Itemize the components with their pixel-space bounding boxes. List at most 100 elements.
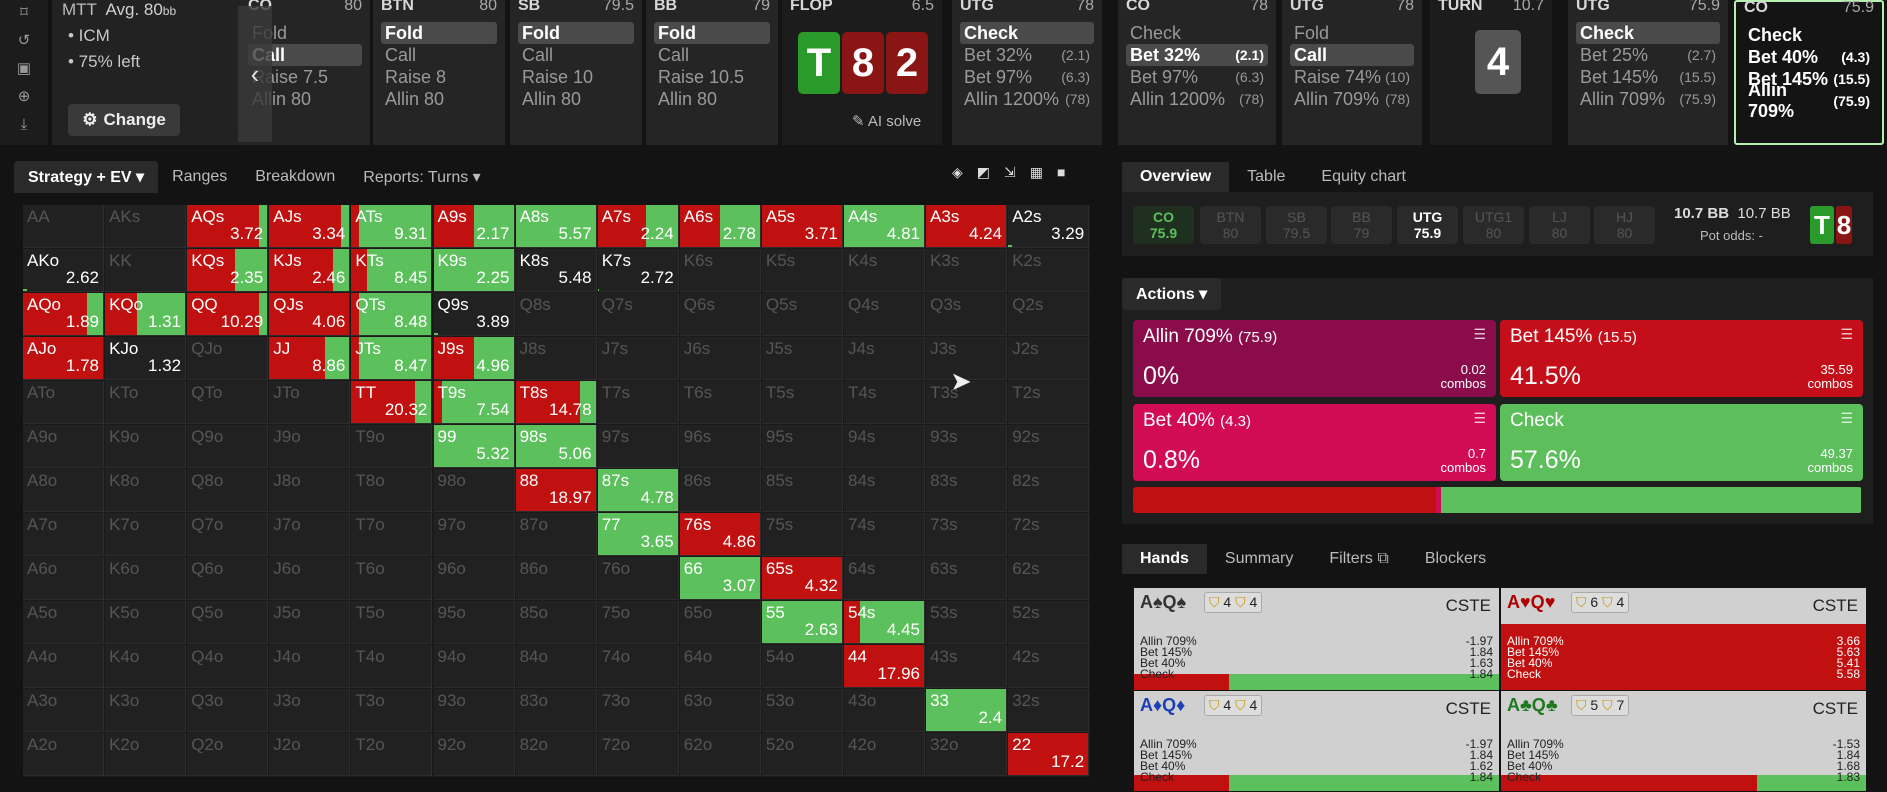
- hand-cell[interactable]: 32s: [1008, 689, 1090, 732]
- import-icon[interactable]: ⤓: [21, 116, 28, 134]
- tab-overview[interactable]: Overview: [1122, 162, 1230, 192]
- hand-cell[interactable]: 63s: [926, 557, 1008, 600]
- hand-cell[interactable]: T6o: [351, 557, 433, 600]
- action-column-6[interactable]: UTG 78 Fold Call Raise 74% (10) Allin 709% (78): [1282, 0, 1422, 145]
- hand-cell[interactable]: K4s: [844, 249, 925, 292]
- hand-cell[interactable]: 2.46 KJs: [269, 249, 351, 292]
- action-option[interactable]: Call: [381, 44, 497, 66]
- hand-cell[interactable]: A8o: [23, 469, 104, 512]
- hand-cell[interactable]: K3s: [926, 249, 1008, 292]
- action-option[interactable]: Bet 32% (2.1): [1126, 44, 1268, 66]
- hand-cell[interactable]: T2o: [351, 733, 433, 776]
- hand-cell[interactable]: K2o: [105, 733, 187, 776]
- action-option[interactable]: Check: [1126, 22, 1268, 44]
- list-icon[interactable]: ☰: [1840, 326, 1853, 343]
- hand-cell[interactable]: 3.34 AJs: [269, 205, 351, 248]
- hand-cell[interactable]: J5o: [269, 601, 351, 644]
- hand-cell[interactable]: 2.25 K9s: [433, 249, 515, 292]
- tab-hands[interactable]: Hands: [1122, 544, 1207, 574]
- hand-cell[interactable]: 93o: [433, 689, 515, 732]
- tab-table[interactable]: Table: [1229, 162, 1303, 192]
- hand-cell[interactable]: K6s: [679, 249, 761, 292]
- hand-cell[interactable]: J9o: [269, 425, 351, 468]
- hand-cell[interactable]: 93s: [926, 425, 1008, 468]
- hand-cell[interactable]: J2o: [269, 733, 351, 776]
- hand-cell[interactable]: 9.31 ATs: [351, 205, 433, 248]
- hand-cell[interactable]: J6o: [269, 557, 351, 600]
- hand-cell[interactable]: 72o: [597, 733, 679, 776]
- tab-reports-turns[interactable]: Reports: Turns ▾: [349, 161, 494, 193]
- hand-cell[interactable]: 2.78 A6s: [679, 205, 761, 248]
- position-chip[interactable]: LJ 80: [1529, 206, 1590, 244]
- hand-cell[interactable]: 85o: [515, 601, 597, 644]
- action-option[interactable]: Bet 145% (15.5): [1576, 66, 1720, 88]
- hand-cell[interactable]: J5s: [761, 337, 843, 380]
- action-column-2[interactable]: SB 79.5 Fold Call Raise 10 Allin 80: [510, 0, 642, 145]
- hand-cell[interactable]: 18.97 88: [515, 469, 597, 512]
- hand-cell[interactable]: 2.62 AKo: [23, 249, 104, 292]
- hand-cell[interactable]: 4.78 87s: [597, 469, 679, 512]
- action-option[interactable]: Allin 1200% (78): [1126, 88, 1268, 110]
- hand-cell[interactable]: T8o: [351, 469, 433, 512]
- hand-cell[interactable]: 4.06 QJs: [269, 293, 351, 336]
- hand-cell[interactable]: A5o: [23, 601, 104, 644]
- action-box[interactable]: Bet 145% (15.5) 41.5% 35.59 combos ☰: [1500, 320, 1863, 397]
- hand-cell[interactable]: AKs: [105, 205, 187, 248]
- hand-cell[interactable]: QJo: [187, 337, 269, 380]
- hand-cell[interactable]: 2.72 K7s: [597, 249, 679, 292]
- hand-cell[interactable]: 65o: [679, 601, 761, 644]
- hand-cell[interactable]: 8.47 JTs: [351, 337, 433, 380]
- list-icon[interactable]: ☰: [1473, 410, 1486, 427]
- hand-cell[interactable]: 3.65 77: [597, 513, 679, 556]
- hand-cell[interactable]: 2.17 A9s: [433, 205, 515, 248]
- hand-cell[interactable]: J3o: [269, 689, 351, 732]
- hand-cell[interactable]: Q3o: [187, 689, 269, 732]
- hand-cell[interactable]: K8o: [105, 469, 187, 512]
- hand-cell[interactable]: KK: [105, 249, 187, 292]
- hand-cell[interactable]: 53s: [926, 601, 1008, 644]
- hand-cell[interactable]: A2o: [23, 733, 104, 776]
- save-icon[interactable]: ▣: [17, 60, 31, 78]
- action-option[interactable]: Call: [518, 44, 634, 66]
- hand-cell[interactable]: 95o: [433, 601, 515, 644]
- position-chip[interactable]: CO 75.9: [1133, 206, 1194, 244]
- hand-cell[interactable]: KTo: [105, 381, 187, 424]
- position-chip[interactable]: UTG 75.9: [1397, 206, 1458, 244]
- hand-cell[interactable]: 4.45 54s: [844, 601, 925, 644]
- action-option[interactable]: Bet 97% (6.3): [1126, 66, 1268, 88]
- hand-cell[interactable]: A7o: [23, 513, 104, 556]
- hand-cell[interactable]: J8s: [515, 337, 597, 380]
- hand-cell[interactable]: 73s: [926, 513, 1008, 556]
- hand-cell[interactable]: 3.89 Q9s: [433, 293, 515, 336]
- hand-cell[interactable]: 5.57 A8s: [515, 205, 597, 248]
- hand-cell[interactable]: 4.96 J9s: [433, 337, 515, 380]
- action-option[interactable]: Raise 74% (10): [1290, 66, 1414, 88]
- hand-cell[interactable]: 84s: [844, 469, 925, 512]
- hand-cell[interactable]: T6s: [679, 381, 761, 424]
- action-option[interactable]: Bet 32% (2.1): [960, 44, 1094, 66]
- action-option[interactable]: Fold: [654, 22, 770, 44]
- hand-cell[interactable]: 96o: [433, 557, 515, 600]
- hand-cell[interactable]: J6s: [679, 337, 761, 380]
- hand-cell[interactable]: T7s: [597, 381, 679, 424]
- action-option[interactable]: Call: [654, 44, 770, 66]
- hand-cell[interactable]: 3.72 AQs: [187, 205, 269, 248]
- list-icon[interactable]: ☰: [1840, 410, 1853, 427]
- hand-cell[interactable]: Q4s: [844, 293, 925, 336]
- cube-icon[interactable]: ◈: [952, 164, 963, 181]
- hand-cell[interactable]: T2s: [1008, 381, 1090, 424]
- action-option[interactable]: Allin 709% (75.9): [1576, 88, 1720, 110]
- list-icon[interactable]: ☰: [1473, 326, 1486, 343]
- hand-cell[interactable]: A9o: [23, 425, 104, 468]
- hand-cell[interactable]: 75o: [597, 601, 679, 644]
- flop-card-1[interactable]: T: [798, 32, 840, 94]
- action-option[interactable]: Check: [960, 22, 1094, 44]
- hand-cell[interactable]: K4o: [105, 645, 187, 688]
- hand-cell[interactable]: 53o: [761, 689, 843, 732]
- hand-cell[interactable]: Q5o: [187, 601, 269, 644]
- flop-card-3[interactable]: 2: [886, 32, 928, 94]
- action-column-3[interactable]: BB 79 Fold Call Raise 10.5 Allin 80: [646, 0, 778, 145]
- hand-cell[interactable]: QTo: [187, 381, 269, 424]
- action-option[interactable]: Fold: [518, 22, 634, 44]
- hand-cell[interactable]: 84o: [515, 645, 597, 688]
